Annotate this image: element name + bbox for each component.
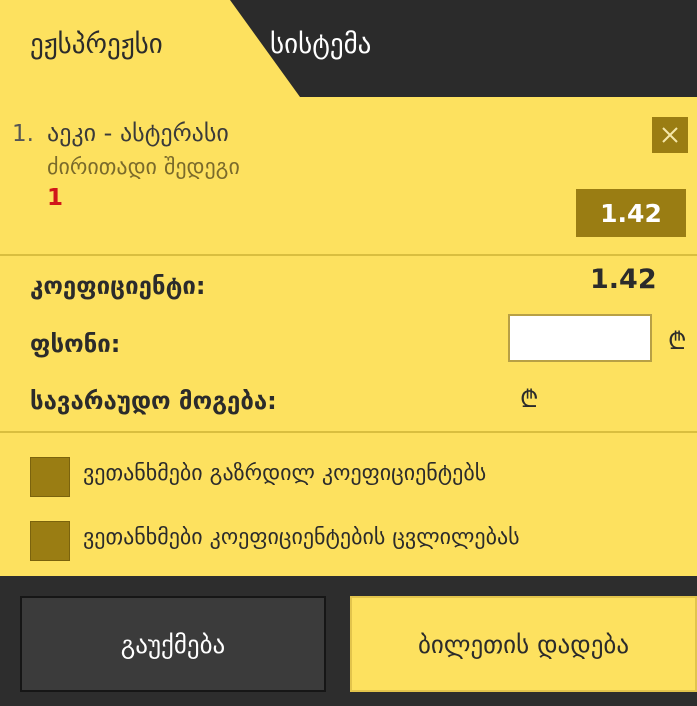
lari-icon: ₾ xyxy=(520,385,539,413)
betslip-panel: 1. აეკი - ასტერასი ძირითადი შედეგი 1 1.4… xyxy=(0,97,697,576)
stake-label: ფსონი: xyxy=(30,330,121,358)
close-icon xyxy=(662,127,678,143)
place-bet-button[interactable]: ბილეთის დადება xyxy=(350,596,697,692)
checkbox-accept-increased-odds[interactable] xyxy=(30,457,70,497)
divider xyxy=(0,431,697,433)
coefficient-label: კოეფიციენტი: xyxy=(30,272,206,300)
divider xyxy=(0,254,697,256)
possible-win-label: სავარაუდო მოგება: xyxy=(30,387,277,415)
bet-item: 1. აეკი - ასტერასი ძირითადი შედეგი 1 1.4… xyxy=(0,97,697,254)
cancel-button[interactable]: გაუქმება xyxy=(20,596,326,692)
bet-odd: 1.42 xyxy=(576,189,686,237)
tab-express-label[interactable]: ეჟსპრეჟსი xyxy=(30,28,163,62)
bet-event-name: აეკი - ასტერასი xyxy=(47,119,229,147)
option-accept-increased-odds[interactable]: ვეთანხმები გაზრდილ კოეფიციენტებს xyxy=(0,451,697,501)
bet-type-tabs: ეჟსპრეჟსი სისტემა xyxy=(0,0,697,97)
checkbox-accept-odds-change[interactable] xyxy=(30,521,70,561)
option-label[interactable]: ვეთანხმები გაზრდილ კოეფიციენტებს xyxy=(83,461,486,486)
tab-system[interactable]: სისტემა xyxy=(270,28,371,62)
bet-market-name: ძირითადი შედეგი xyxy=(47,155,240,180)
lari-icon: ₾ xyxy=(668,327,687,355)
action-bar: გაუქმება ბილეთის დადება xyxy=(0,576,697,706)
coefficient-value: 1.42 xyxy=(590,264,657,295)
stake-input[interactable] xyxy=(508,314,652,362)
bet-index: 1. xyxy=(12,121,34,147)
option-label[interactable]: ვეთანხმები კოეფიციენტების ცვლილებას xyxy=(83,525,520,550)
bet-selection: 1 xyxy=(47,185,64,211)
remove-bet-button[interactable] xyxy=(652,117,688,153)
option-accept-odds-change[interactable]: ვეთანხმები კოეფიციენტების ცვლილებას xyxy=(0,515,697,565)
